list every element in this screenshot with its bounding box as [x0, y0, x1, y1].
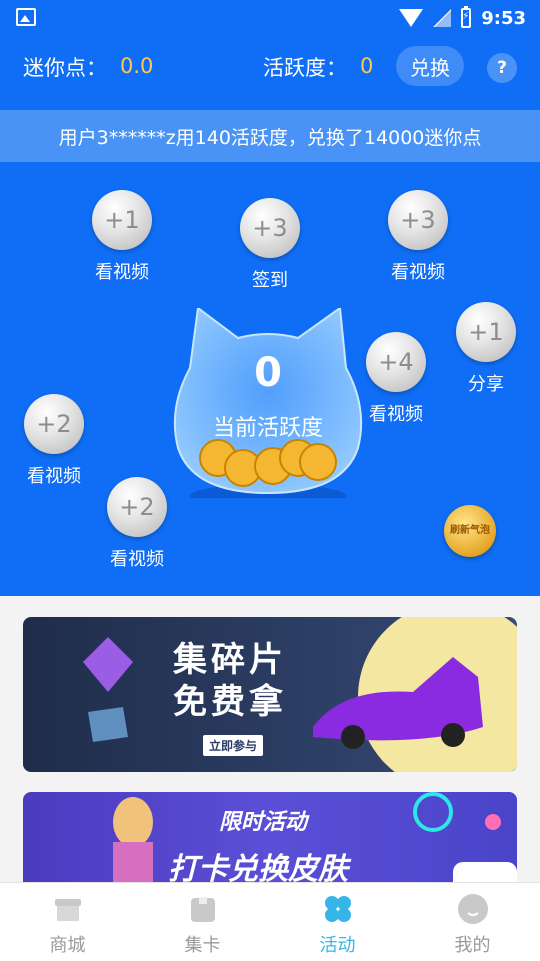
bubble-share[interactable]: +1	[456, 302, 516, 362]
mini-points-label: 迷你点：	[23, 56, 107, 80]
join-now-button[interactable]: 立即参与	[203, 735, 264, 756]
status-icons: 9:53	[399, 6, 526, 29]
bubble-watch-video-5[interactable]: +2	[107, 477, 167, 537]
bubble-label: 分享	[468, 374, 504, 395]
nav-store[interactable]: 商城	[0, 883, 135, 961]
exchange-button[interactable]: 兑换	[396, 46, 464, 86]
nav-label: 商城	[49, 935, 86, 956]
nav-profile[interactable]: 我的	[405, 883, 540, 961]
battery-charging-icon	[461, 6, 472, 28]
activity-label: 活跃度：	[263, 56, 347, 80]
refresh-bubbles-button[interactable]: 刷新气泡	[444, 505, 496, 557]
wifi-icon	[399, 9, 424, 27]
status-time: 9:53	[481, 7, 526, 29]
banner-title-line2: 免费拿	[173, 682, 287, 722]
collect-fragments-banner[interactable]: 集碎片 免费拿 立即参与	[23, 617, 517, 772]
bubble-watch-video-3[interactable]: +4	[366, 332, 426, 392]
bubble-watch-video-4[interactable]: +2	[24, 394, 84, 454]
activity-value: 0	[360, 54, 374, 78]
nav-label: 活动	[319, 935, 356, 956]
current-activity-value: 0	[254, 350, 282, 396]
bubble-label: 看视频	[391, 262, 445, 283]
decoration-circles	[413, 792, 517, 892]
profile-icon	[457, 894, 488, 924]
nav-activity[interactable]: 活动	[270, 883, 405, 961]
bubble-sign-in[interactable]: +3	[240, 198, 300, 258]
current-activity-label: 当前活跃度	[212, 416, 323, 441]
banner-title-line1: 集碎片	[173, 640, 287, 680]
bubble-label: 签到	[252, 270, 288, 291]
help-button[interactable]: ?	[487, 53, 517, 83]
gem-icon	[83, 637, 133, 742]
status-bar: 9:53	[0, 0, 540, 36]
bubble-watch-video-2[interactable]: +3	[388, 190, 448, 250]
mascot-cat-jar	[173, 308, 363, 498]
store-icon	[54, 899, 81, 921]
car-moon-illustration	[313, 617, 517, 772]
activity-icon	[324, 896, 351, 922]
limited-time-event-banner[interactable]: 限时活动 打卡兑换皮肤	[23, 792, 517, 892]
bubble-watch-video-1[interactable]: +1	[92, 190, 152, 250]
event-title: 限时活动	[219, 810, 308, 835]
nav-cards[interactable]: 集卡	[135, 883, 270, 961]
nav-label: 我的	[454, 935, 491, 956]
bubble-label: 看视频	[95, 262, 149, 283]
mini-points-value: 0.0	[120, 54, 154, 78]
bubble-label: 看视频	[110, 549, 164, 570]
nav-label: 集卡	[184, 935, 221, 956]
exchange-ticker: 用户3******z用140活跃度，兑换了14000迷你点	[0, 110, 540, 162]
image-icon	[16, 8, 36, 26]
bottom-navigation: 商城 集卡 活动 我的	[0, 882, 540, 961]
no-signal-icon	[433, 9, 452, 27]
bubble-label: 看视频	[27, 466, 81, 487]
card-bag-icon	[190, 897, 215, 922]
